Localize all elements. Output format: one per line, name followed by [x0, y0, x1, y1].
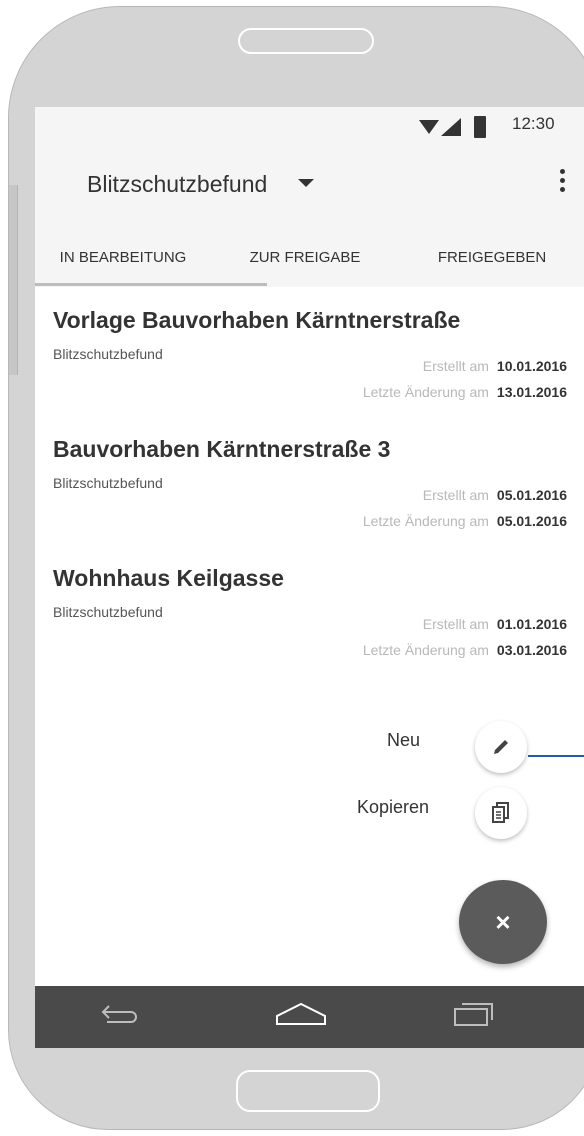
copy-icon: [492, 802, 509, 823]
tab-bar: IN BEARBEITUNG ZUR FREIGABE FREIGEGEBEN: [35, 239, 584, 287]
modified-label: Letzte Änderung am: [362, 513, 489, 529]
speaker-slot: [238, 28, 374, 54]
new-button[interactable]: [475, 721, 527, 773]
modified-row: Letzte Änderung am 05.01.2016: [363, 513, 567, 529]
tab-zur-freigabe[interactable]: ZUR FREIGABE: [215, 239, 395, 287]
created-label: Erstellt am: [422, 487, 489, 503]
hardware-home-button[interactable]: [236, 1070, 380, 1112]
back-icon[interactable]: [99, 1000, 141, 1028]
modified-date: 13.01.2016: [496, 384, 567, 400]
tab-in-bearbeitung[interactable]: IN BEARBEITUNG: [35, 239, 211, 287]
item-name: Bauvorhaben Kärntnerstraße 3: [53, 436, 391, 462]
pencil-icon: [494, 740, 508, 754]
created-date: 01.01.2016: [496, 616, 567, 632]
system-nav-bar: [35, 986, 584, 1048]
app-bar: 12:30 Blitzschutzbefund IN BEARBEITUNG Z…: [35, 107, 584, 287]
home-icon[interactable]: [275, 1000, 327, 1028]
side-button: [9, 185, 18, 375]
item-type: Blitzschutzbefund: [53, 346, 163, 362]
modified-row: Letzte Änderung am 13.01.2016: [363, 384, 567, 400]
tab-freigegeben[interactable]: FREIGEGEBEN: [400, 239, 584, 287]
recents-icon[interactable]: [452, 1000, 496, 1028]
created-row: Erstellt am 10.01.2016: [423, 358, 567, 374]
copy-label[interactable]: Kopieren: [357, 797, 429, 818]
list-item[interactable]: Bauvorhaben Kärntnerstraße 3 Blitzschutz…: [53, 436, 567, 556]
created-date: 05.01.2016: [496, 487, 567, 503]
new-label[interactable]: Neu: [387, 730, 420, 751]
modified-row: Letzte Änderung am 03.01.2016: [363, 642, 567, 658]
created-row: Erstellt am 01.01.2016: [423, 616, 567, 632]
signal-icon: [441, 118, 461, 136]
wifi-icon: [419, 120, 439, 134]
list-item[interactable]: Wohnhaus Keilgasse Blitzschutzbefund Ers…: [53, 565, 567, 685]
modified-label: Letzte Änderung am: [362, 642, 489, 658]
active-tab-indicator: [35, 283, 267, 286]
item-type: Blitzschutzbefund: [53, 604, 163, 620]
status-bar: 12:30: [35, 107, 584, 143]
close-fab-button[interactable]: ×: [459, 880, 547, 964]
annotation-pointer-line: [528, 755, 584, 757]
battery-icon: [474, 116, 486, 138]
phone-screen: 12:30 Blitzschutzbefund IN BEARBEITUNG Z…: [35, 107, 584, 1048]
document-type-title[interactable]: Blitzschutzbefund: [87, 171, 267, 198]
modified-label: Letzte Änderung am: [362, 384, 489, 400]
item-name: Vorlage Bauvorhaben Kärntnerstraße: [53, 307, 461, 333]
close-icon: ×: [495, 906, 511, 937]
caret-down-icon[interactable]: [298, 177, 314, 189]
more-vert-icon[interactable]: [557, 169, 567, 199]
item-name: Wohnhaus Keilgasse: [53, 565, 284, 591]
item-type: Blitzschutzbefund: [53, 475, 163, 491]
modified-date: 03.01.2016: [496, 642, 567, 658]
created-date: 10.01.2016: [496, 358, 567, 374]
copy-button[interactable]: [475, 787, 527, 839]
list-item[interactable]: Vorlage Bauvorhaben Kärntnerstraße Blitz…: [53, 307, 567, 427]
status-time: 12:30: [512, 114, 555, 133]
created-row: Erstellt am 05.01.2016: [423, 487, 567, 503]
created-label: Erstellt am: [422, 358, 489, 374]
created-label: Erstellt am: [422, 616, 489, 632]
modified-date: 05.01.2016: [496, 513, 567, 529]
